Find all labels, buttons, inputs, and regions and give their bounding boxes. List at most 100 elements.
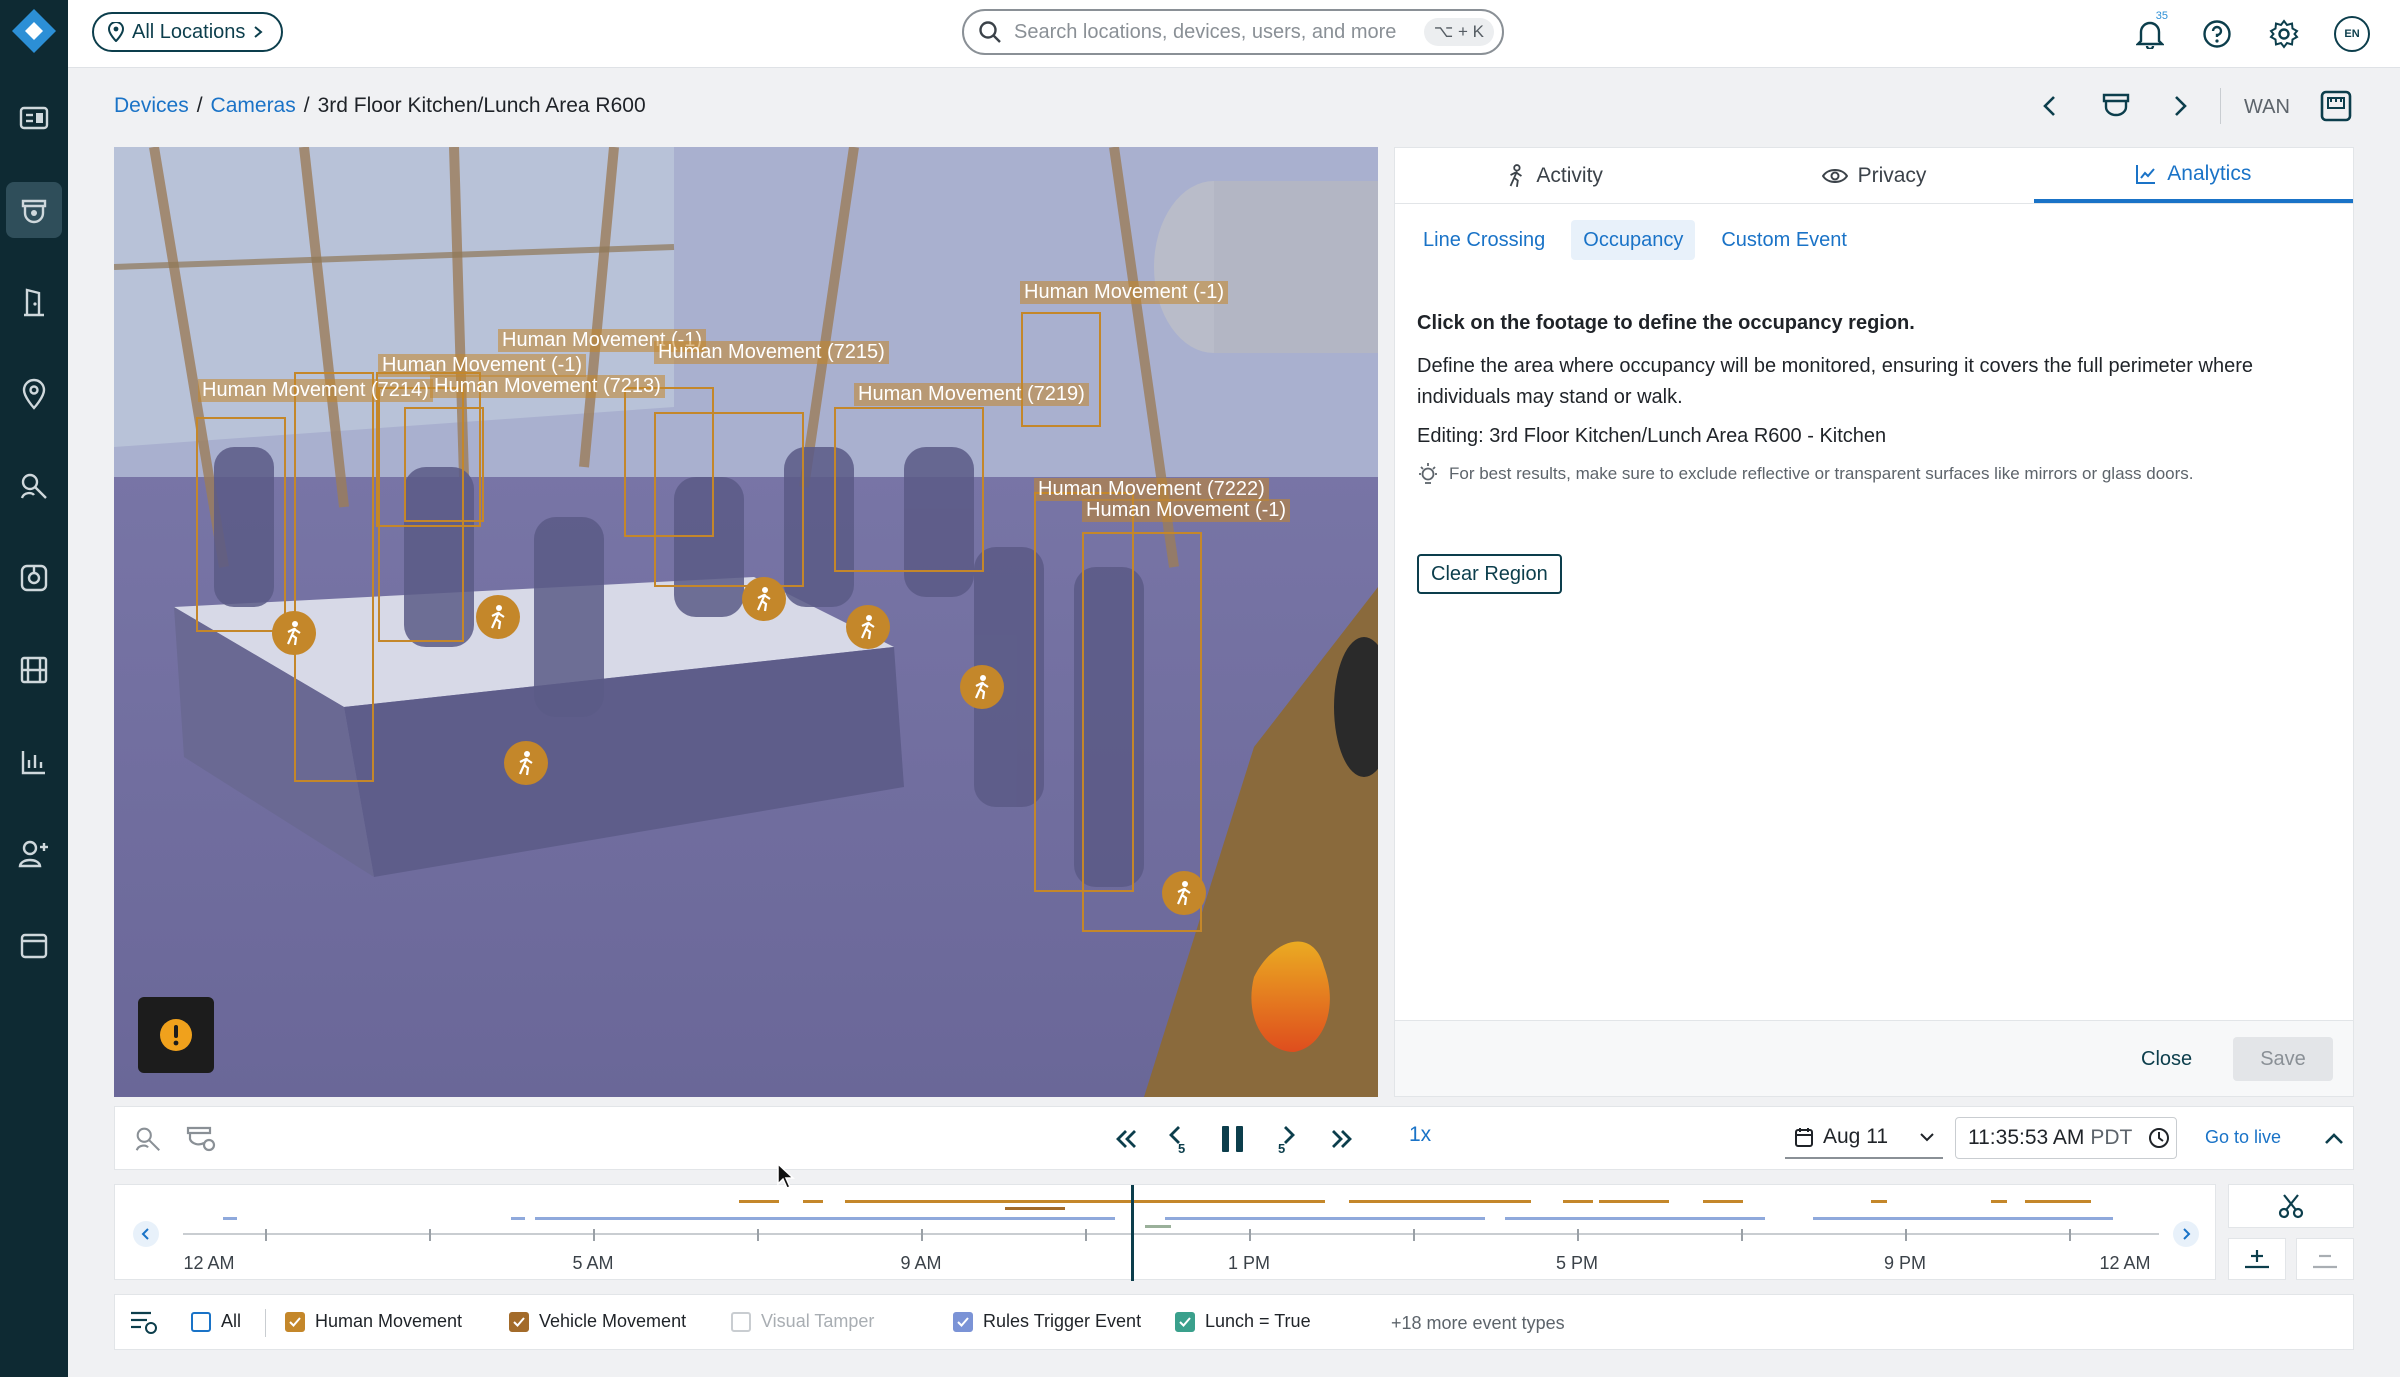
time-value: 11:35:53 AM: [1968, 1126, 2085, 1149]
event-segment[interactable]: [511, 1217, 525, 1220]
chevron-left-icon: [2043, 96, 2055, 116]
nav-people-search[interactable]: [0, 454, 68, 518]
nav-reports[interactable]: [0, 730, 68, 794]
event-segment[interactable]: [1165, 1217, 1485, 1220]
add-user-icon: [18, 840, 48, 868]
filter-lunch-true[interactable]: Lunch = True: [1175, 1311, 1311, 1332]
nav-users[interactable]: [0, 822, 68, 886]
camera-settings-button[interactable]: [185, 1123, 217, 1155]
checkbox-checked[interactable]: [509, 1311, 529, 1332]
event-segment[interactable]: [1599, 1200, 1669, 1203]
event-segment[interactable]: [1813, 1217, 2113, 1220]
event-segment[interactable]: [1349, 1200, 1531, 1203]
filter-rules-trigger[interactable]: Rules Trigger Event: [953, 1311, 1141, 1332]
zoom-in-timeline-button[interactable]: [2228, 1238, 2286, 1280]
event-segment[interactable]: [845, 1200, 1325, 1203]
network-status-button[interactable]: [2320, 86, 2352, 126]
walking-person-icon[interactable]: [1162, 871, 1206, 915]
event-timeline[interactable]: 12 AM 5 AM 9 AM 1 PM 5 PM 9 PM 12 AM: [114, 1184, 2216, 1281]
walking-person-icon[interactable]: [476, 595, 520, 639]
rewind-5s-button[interactable]: 5: [1165, 1123, 1193, 1155]
clear-region-button[interactable]: Clear Region: [1417, 554, 1562, 594]
checkbox-checked[interactable]: [1175, 1311, 1195, 1332]
event-segment[interactable]: [1005, 1207, 1065, 1210]
save-button[interactable]: Save: [2233, 1037, 2333, 1081]
language-button[interactable]: EN: [2332, 14, 2372, 54]
nav-access[interactable]: [0, 270, 68, 334]
checkbox-checked[interactable]: [953, 1311, 973, 1332]
notifications-button[interactable]: 35: [2130, 10, 2170, 54]
walking-person-icon[interactable]: [846, 605, 890, 649]
date-picker[interactable]: Aug 11: [1785, 1117, 1943, 1159]
filter-human-movement[interactable]: Human Movement: [285, 1311, 462, 1332]
skip-forward-button[interactable]: [1329, 1123, 1355, 1155]
settings-button[interactable]: [2264, 14, 2304, 54]
zoom-out-timeline-button[interactable]: [2296, 1238, 2354, 1280]
nav-cameras[interactable]: [0, 178, 68, 242]
nav-clips[interactable]: [0, 638, 68, 702]
person-search-button[interactable]: [133, 1123, 163, 1155]
pause-button[interactable]: [1219, 1123, 1247, 1155]
collapse-timeline-button[interactable]: [2323, 1123, 2345, 1155]
filter-vehicle-movement[interactable]: Vehicle Movement: [509, 1311, 686, 1332]
nav-sensors[interactable]: [0, 546, 68, 610]
clip-button[interactable]: [2228, 1184, 2354, 1228]
subtab-occupancy[interactable]: Occupancy: [1571, 220, 1696, 260]
playback-speed[interactable]: 1x: [1409, 1123, 1431, 1147]
prev-camera-button[interactable]: [2040, 86, 2060, 126]
timeline-next-button[interactable]: [2173, 1221, 2199, 1247]
nav-apps[interactable]: [0, 914, 68, 978]
timeline-playhead[interactable]: [1131, 1185, 1134, 1281]
event-segment[interactable]: [803, 1200, 823, 1203]
event-segment[interactable]: [2025, 1200, 2091, 1203]
help-button[interactable]: [2197, 14, 2237, 54]
walking-person-icon[interactable]: [504, 741, 548, 785]
checkbox-checked[interactable]: [285, 1311, 305, 1332]
subtab-custom-event[interactable]: Custom Event: [1709, 220, 1859, 260]
event-segment[interactable]: [1703, 1200, 1743, 1203]
timeline-tick: [757, 1229, 759, 1241]
checkbox[interactable]: [191, 1311, 211, 1332]
event-segment[interactable]: [1563, 1200, 1593, 1203]
checkbox[interactable]: [731, 1311, 751, 1332]
event-segment[interactable]: [1145, 1225, 1171, 1228]
app-logo-icon[interactable]: [9, 6, 59, 56]
double-chevron-left-icon: [1116, 1130, 1136, 1148]
close-button[interactable]: Close: [2127, 1037, 2206, 1081]
more-event-types-link[interactable]: +18 more event types: [1391, 1313, 1565, 1334]
time-input[interactable]: 11:35:53 AM PDT: [1955, 1117, 2177, 1159]
subtab-line-crossing[interactable]: Line Crossing: [1411, 220, 1557, 260]
walking-person-icon[interactable]: [742, 577, 786, 621]
event-segment[interactable]: [223, 1217, 237, 1220]
forward-5s-button[interactable]: 5: [1275, 1123, 1303, 1155]
location-selector[interactable]: All Locations: [92, 12, 284, 52]
help-icon: [2203, 20, 2231, 48]
walking-person-icon[interactable]: [272, 611, 316, 655]
event-segment[interactable]: [1505, 1217, 1765, 1220]
timeline-prev-button[interactable]: [133, 1221, 159, 1247]
tab-analytics[interactable]: Analytics: [2033, 148, 2353, 203]
filter-all[interactable]: All: [191, 1311, 241, 1332]
filter-settings-button[interactable]: [129, 1308, 159, 1336]
next-camera-button[interactable]: [2170, 86, 2190, 126]
tab-privacy[interactable]: Privacy: [1714, 148, 2033, 203]
event-segment[interactable]: [535, 1217, 1115, 1220]
global-search[interactable]: Search locations, devices, users, and mo…: [962, 9, 1504, 55]
nav-locations[interactable]: [0, 362, 68, 426]
nav-dashboard[interactable]: [0, 86, 68, 150]
skip-back-button[interactable]: [1113, 1123, 1139, 1155]
event-segment[interactable]: [1991, 1200, 2007, 1203]
breadcrumb-devices[interactable]: Devices: [114, 94, 189, 118]
alert-button[interactable]: [138, 997, 214, 1073]
event-segment[interactable]: [1871, 1200, 1887, 1203]
tab-activity[interactable]: Activity: [1395, 148, 1714, 203]
go-to-live-link[interactable]: Go to live: [2205, 1127, 2281, 1148]
event-segment[interactable]: [739, 1200, 779, 1203]
walking-person-icon[interactable]: [960, 665, 1004, 709]
occupancy-instructions: Click on the footage to define the occup…: [1417, 304, 2337, 486]
camera-video-feed[interactable]: Human Movement (-1) Human Movement (-1) …: [114, 147, 1378, 1097]
camera-info-button[interactable]: [2100, 86, 2132, 126]
filter-visual-tamper[interactable]: Visual Tamper: [731, 1311, 874, 1332]
breadcrumb: Devices / Cameras / 3rd Floor Kitchen/Lu…: [114, 94, 646, 118]
breadcrumb-cameras[interactable]: Cameras: [211, 94, 296, 118]
